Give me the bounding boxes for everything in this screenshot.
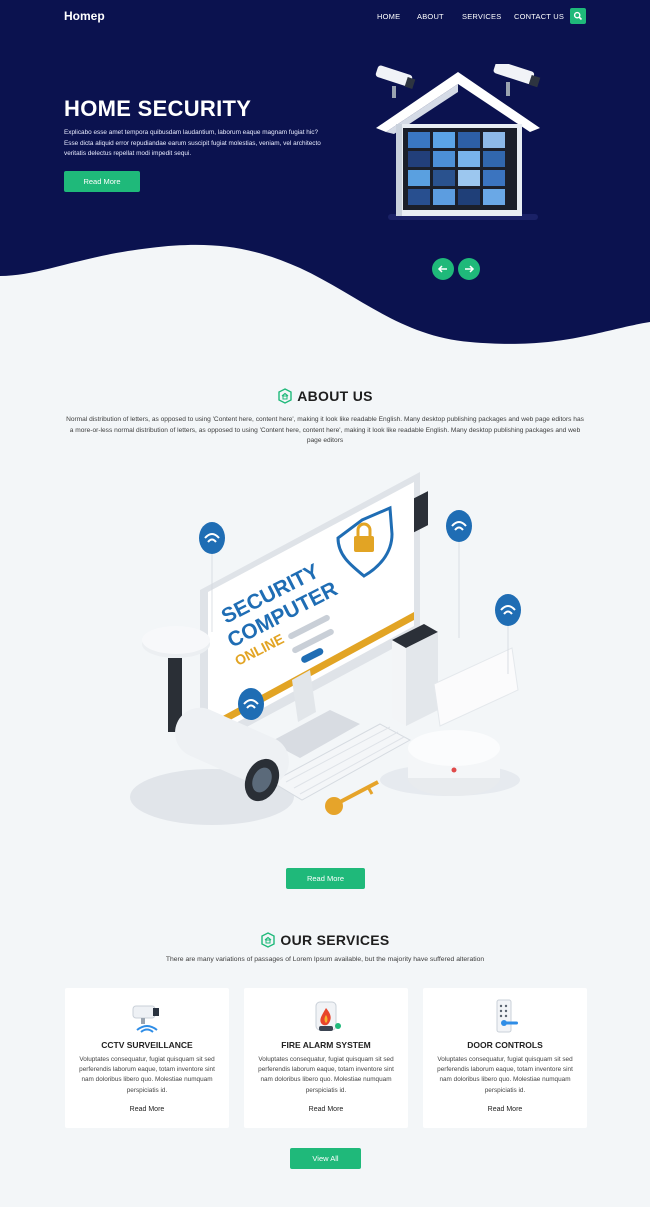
about-title-text: ABOUT US (297, 388, 373, 404)
service-card-title: FIRE ALARM SYSTEM (281, 1040, 371, 1050)
services-heading: OUR SERVICES (0, 932, 650, 948)
service-card-door-controls: DOOR CONTROLS Voluptates consequatur, fu… (423, 988, 587, 1128)
cctv-camera-right-icon (493, 64, 541, 96)
wifi-badge-3-icon (495, 594, 521, 626)
nav-link-about[interactable]: ABOUT (417, 12, 444, 21)
service-card-text: Voluptates consequatur, fugiat quisquam … (437, 1056, 573, 1094)
door-lock-icon (496, 999, 518, 1033)
service-card-read-more-link[interactable]: Read More (244, 1106, 408, 1113)
smoke-detector-icon (408, 730, 500, 796)
key-icon (325, 780, 379, 815)
service-card-text: Voluptates consequatur, fugiat quisquam … (79, 1056, 215, 1094)
security-computer-illustration: SECURITY COMPUTER ONLINE (130, 472, 521, 825)
smart-house-illustration (375, 64, 541, 220)
cctv-camera-left-icon (375, 65, 416, 98)
services-title-text: OUR SERVICES (280, 932, 390, 948)
wifi-badge-4-icon (238, 688, 264, 720)
slider-next-button[interactable] (458, 258, 480, 280)
service-card-cctv: CCTV SURVEILLANCE Voluptates consequatur… (65, 988, 229, 1128)
about-description: Normal distribution of letters, as oppos… (66, 416, 584, 444)
arrow-right-icon (465, 265, 475, 273)
service-card-fire-alarm: FIRE ALARM SYSTEM Voluptates consequatur… (244, 988, 408, 1128)
fire-alarm-icon (315, 1001, 341, 1031)
view-all-button[interactable]: View All (290, 1148, 361, 1169)
top-navbar: Homep HOME ABOUT SERVICES CONTACT US (0, 0, 650, 32)
shield-home-icon (278, 388, 292, 404)
arrow-left-icon (437, 265, 447, 273)
services-subtitle: There are many variations of passages of… (165, 956, 485, 963)
hero-section: Homep HOME ABOUT SERVICES CONTACT US HOM… (0, 0, 650, 350)
hero-title: HOME SECURITY (64, 96, 252, 121)
shield-home-icon (261, 932, 276, 948)
wifi-badge-2-icon (446, 510, 472, 542)
service-card-title: DOOR CONTROLS (467, 1040, 543, 1050)
service-card-read-more-link[interactable]: Read More (423, 1106, 587, 1113)
search-button[interactable] (570, 8, 586, 24)
service-card-read-more-link[interactable]: Read More (65, 1106, 229, 1113)
nav-link-contact[interactable]: CONTACT US (514, 12, 564, 21)
service-card-text: Voluptates consequatur, fugiat quisquam … (258, 1056, 394, 1094)
cctv-camera-icon (132, 1005, 159, 1033)
about-read-more-button[interactable]: Read More (286, 868, 365, 889)
search-icon (573, 11, 583, 21)
hero-description: Explicabo esse amet tempora quibusdam la… (64, 129, 321, 157)
service-card-title: CCTV SURVEILLANCE (101, 1040, 193, 1050)
wifi-badge-1-icon (199, 522, 225, 554)
about-heading: ABOUT US (0, 388, 650, 404)
slider-prev-button[interactable] (432, 258, 454, 280)
brand-logo[interactable]: Homep (64, 9, 105, 23)
nav-link-home[interactable]: HOME (377, 12, 400, 21)
hero-read-more-button[interactable]: Read More (64, 171, 140, 192)
nav-link-services[interactable]: SERVICES (462, 12, 501, 21)
